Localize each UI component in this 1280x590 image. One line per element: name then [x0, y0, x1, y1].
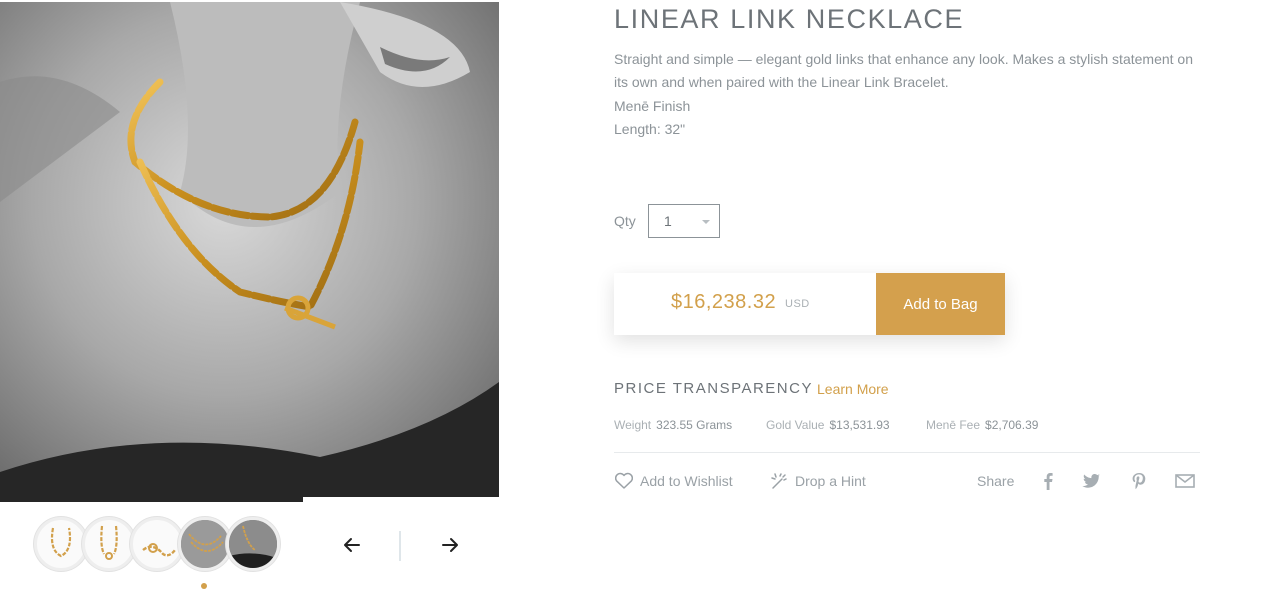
product-main-image	[0, 2, 499, 502]
weight-key: Weight	[614, 418, 652, 432]
hint-label: Drop a Hint	[795, 473, 866, 489]
price-currency: USD	[785, 298, 810, 310]
gold-value-value: $13,531.93	[829, 418, 890, 432]
arrow-left-icon	[344, 538, 360, 552]
weight-value: 323.55 Grams	[656, 418, 733, 432]
quantity-select[interactable]: 1	[648, 204, 720, 238]
thumbnail-4[interactable]	[178, 517, 232, 571]
facebook-icon	[1044, 473, 1053, 490]
sparkle-icon	[771, 473, 787, 489]
heart-icon	[614, 472, 634, 489]
fee-info: Menē Fee $2,706.39	[926, 418, 1038, 432]
add-to-bag-button[interactable]: Add to Bag	[876, 273, 1005, 335]
model-photo-illustration	[0, 2, 499, 502]
finish-text: Menē Finish	[614, 97, 691, 114]
mail-icon	[1175, 474, 1195, 488]
caret-down-icon	[702, 220, 710, 224]
length-text: Length: 32"	[614, 121, 686, 138]
divider	[614, 452, 1200, 453]
gold-value-key: Gold Value	[766, 418, 825, 432]
active-thumbnail-indicator	[201, 583, 207, 589]
purchase-box: $16,238.32 USD Add to Bag	[614, 273, 1005, 335]
email-share-button[interactable]	[1174, 470, 1196, 492]
product-description: Straight and simple — elegant gold links…	[614, 48, 1204, 142]
thumbnail-2[interactable]	[82, 517, 136, 571]
thumbnail-strip	[34, 517, 280, 575]
pinterest-share-button[interactable]	[1128, 470, 1150, 492]
image-corner-gap	[303, 497, 499, 505]
wishlist-label: Add to Wishlist	[640, 473, 733, 489]
pinterest-icon	[1132, 473, 1146, 490]
quantity-value: 1	[664, 213, 672, 229]
thumbnail-5[interactable]	[226, 517, 280, 571]
quantity-label: Qty	[614, 213, 636, 229]
price-transparency-heading: PRICE TRANSPARENCY	[614, 380, 813, 397]
gold-value-info: Gold Value $13,531.93	[766, 418, 890, 432]
product-title: LINEAR LINK NECKLACE	[614, 4, 965, 34]
fee-key: Menē Fee	[926, 418, 981, 432]
twitter-share-button[interactable]	[1080, 470, 1102, 492]
drop-a-hint-button[interactable]: Drop a Hint	[769, 471, 866, 491]
next-image-button[interactable]	[438, 533, 462, 557]
thumbnail-1[interactable]	[34, 517, 88, 571]
fee-value: $2,706.39	[985, 418, 1039, 432]
product-price: $16,238.32	[671, 291, 777, 313]
previous-image-button[interactable]	[340, 533, 364, 557]
facebook-share-button[interactable]	[1037, 470, 1059, 492]
share-label: Share	[977, 473, 1015, 489]
arrow-right-icon	[442, 538, 458, 552]
description-text: Straight and simple — elegant gold links…	[614, 51, 1193, 91]
twitter-icon	[1082, 474, 1100, 488]
arrow-divider	[399, 531, 401, 561]
thumbnail-3[interactable]	[130, 517, 184, 571]
learn-more-link[interactable]: Learn More	[817, 381, 889, 397]
add-to-wishlist-button[interactable]: Add to Wishlist	[614, 471, 733, 491]
weight-info: Weight 323.55 Grams	[614, 418, 732, 432]
